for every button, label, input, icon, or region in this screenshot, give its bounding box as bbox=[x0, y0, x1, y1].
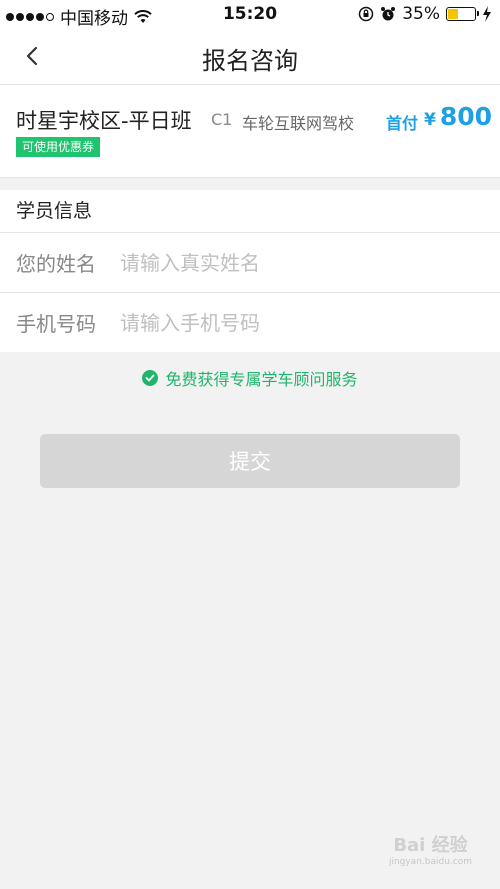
phone-row: 手机号码 bbox=[0, 293, 500, 352]
section-title: 学员信息 bbox=[0, 190, 500, 233]
name-row: 您的姓名 bbox=[0, 233, 500, 293]
watermark-logo: Bai 经验 jingyan.baidu.com bbox=[389, 831, 472, 867]
alarm-icon bbox=[381, 7, 396, 21]
check-circle-icon bbox=[142, 370, 159, 386]
course-name: 时星宇校区-平日班 bbox=[16, 109, 192, 133]
price: ¥800 bbox=[424, 102, 492, 131]
rotation-lock-icon bbox=[358, 6, 374, 22]
phone-input[interactable] bbox=[120, 310, 500, 335]
course-card: 时星宇校区-平日班 C1 车轮互联网驾校 首付 ¥800 可使用优惠券 bbox=[0, 85, 500, 178]
service-note-text: 免费获得专属学车顾问服务 bbox=[165, 370, 358, 389]
battery-fill bbox=[448, 9, 458, 19]
currency-symbol: ¥ bbox=[424, 110, 436, 130]
battery-percent: 35% bbox=[402, 4, 440, 24]
service-note: 免费获得专属学车顾问服务 bbox=[0, 366, 500, 390]
status-right: 35% bbox=[358, 4, 492, 24]
name-label: 您的姓名 bbox=[16, 252, 96, 276]
price-label: 首付 bbox=[386, 114, 419, 133]
coupon-tag: 可使用优惠券 bbox=[16, 137, 101, 157]
chevron-left-icon bbox=[26, 46, 38, 66]
phone-label: 手机号码 bbox=[16, 312, 96, 336]
watermark-url: jingyan.baidu.com bbox=[388, 857, 472, 867]
page-title: 报名咨询 bbox=[202, 47, 298, 75]
school-name: 车轮互联网驾校 bbox=[242, 114, 355, 133]
license-type: C1 bbox=[211, 110, 233, 129]
name-input[interactable] bbox=[120, 250, 500, 275]
charging-icon bbox=[483, 6, 491, 22]
back-button[interactable] bbox=[18, 42, 46, 70]
nav-bar: 报名咨询 bbox=[0, 28, 500, 85]
student-info-form: 学员信息 您的姓名 手机号码 bbox=[0, 190, 500, 352]
watermark-text: Bai 经验 bbox=[393, 835, 468, 856]
status-bar: 中国移动 15:20 35% bbox=[0, 0, 500, 29]
submit-button[interactable]: 提交 bbox=[40, 434, 460, 488]
price-value: 800 bbox=[439, 102, 493, 131]
battery-icon bbox=[446, 7, 479, 21]
